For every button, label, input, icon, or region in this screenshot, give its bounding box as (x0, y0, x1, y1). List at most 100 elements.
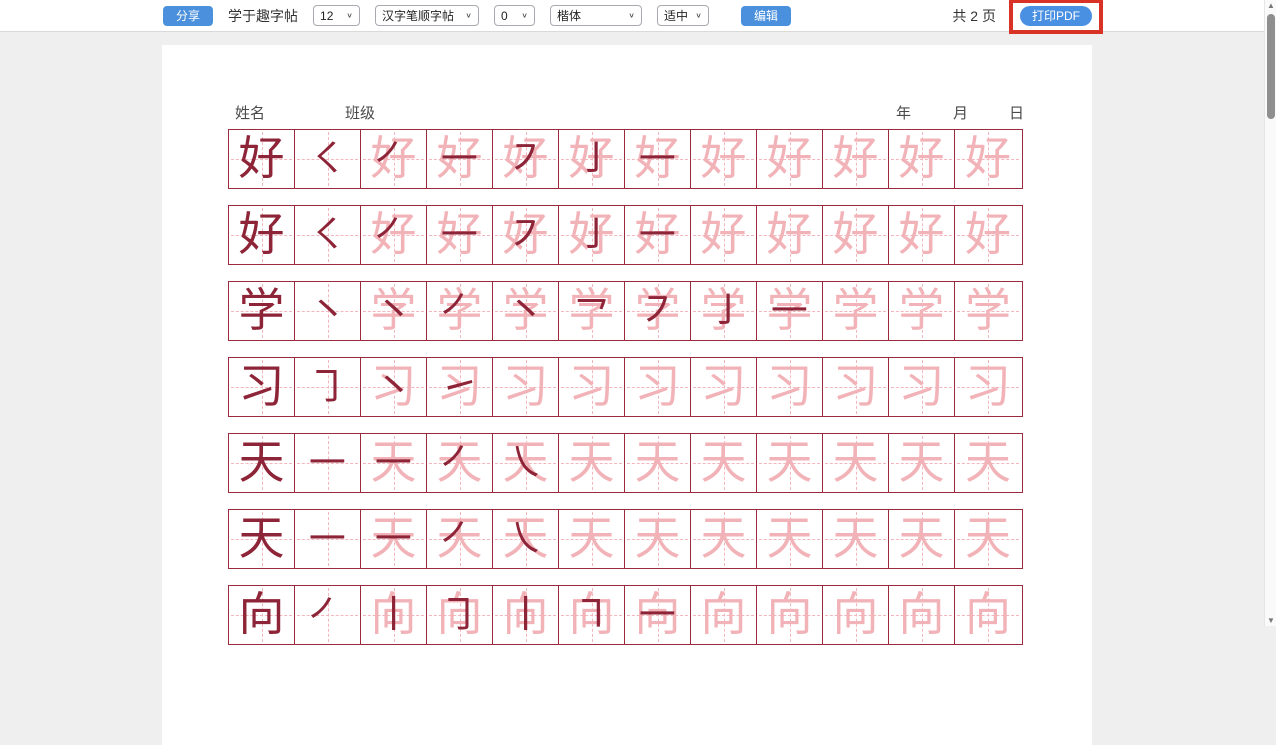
grid-cell: ㇔ (295, 282, 361, 340)
grid-cell: 向㇕ (559, 586, 625, 644)
grid-cell: 天 (757, 434, 823, 492)
toolbar-right-group: 共 2 页 打印PDF (952, 6, 1092, 26)
current-stroke: ㇔ (361, 282, 426, 340)
current-stroke: ㇐ (361, 510, 426, 568)
trace-character: 好 (757, 130, 822, 188)
grid-cell: 天 (559, 434, 625, 492)
trace-character: 天 (691, 510, 756, 568)
chevron-down-icon: ∨ (628, 11, 635, 20)
trace-character: 好 (889, 206, 954, 264)
trace-character: 好 (691, 206, 756, 264)
grid-cell: 天 (625, 510, 691, 568)
print-pdf-button[interactable]: 打印PDF (1020, 6, 1092, 26)
model-character: 习 (229, 358, 294, 416)
grid-cell: 好 (955, 130, 1021, 188)
share-button[interactable]: 分享 (163, 6, 213, 26)
trace-character: 习 (625, 358, 690, 416)
model-character: 好 (229, 206, 294, 264)
font-select[interactable]: 楷体 ∨ (550, 5, 642, 26)
template-value: 汉字笔顺字帖 (382, 7, 454, 24)
current-stroke: ㇚ (691, 282, 756, 340)
grid-cell: 天㇐ (361, 434, 427, 492)
trace-character: 天 (889, 434, 954, 492)
trace-character: 好 (823, 130, 888, 188)
month-label: 月 (953, 102, 968, 123)
trace-character: 好 (691, 130, 756, 188)
trace-character: 习 (493, 358, 558, 416)
grid-cell: 习 (889, 358, 955, 416)
scroll-up-icon[interactable]: ▲ (1265, 1, 1276, 10)
scroll-down-icon[interactable]: ▼ (1265, 616, 1276, 625)
grid-cell: 学㇐ (757, 282, 823, 340)
density-select[interactable]: 适中 ∨ (657, 5, 709, 26)
grid-cell: 向㇑ (493, 586, 559, 644)
grid-cell: 习 (493, 358, 559, 416)
grid-cell: 好 (757, 206, 823, 264)
current-stroke: ㇒ (427, 434, 492, 492)
grid-cell: ㇆ (295, 358, 361, 416)
trace-character: 好 (757, 206, 822, 264)
current-stroke: ㇒ (427, 510, 492, 568)
chevron-down-icon: ∨ (695, 11, 702, 20)
current-stroke: ㇐ (625, 206, 690, 264)
current-stroke: ㇒ (361, 206, 426, 264)
grid-cell: 好㇇ (493, 206, 559, 264)
trace-character: 向 (691, 586, 756, 644)
grid-cell: 天 (823, 434, 889, 492)
current-stroke: ㇒ (361, 130, 426, 188)
current-stroke: ㇆ (427, 586, 492, 644)
trace-character: 习 (757, 358, 822, 416)
grid-row: 好㇛好㇒好㇐好㇇好㇚好㇐好好好好好 (228, 129, 1023, 189)
current-stroke: ㇑ (493, 586, 558, 644)
trace-character: 习 (955, 358, 1021, 416)
grid-cell: 好 (889, 206, 955, 264)
spacing-select[interactable]: 0 ∨ (494, 5, 535, 26)
trace-character: 天 (823, 434, 888, 492)
grid-cell: 好㇒ (361, 130, 427, 188)
grid-cell: 好 (889, 130, 955, 188)
grid-cell: 天㇏ (493, 510, 559, 568)
grid-cell: 好㇒ (361, 206, 427, 264)
grid-cell: 向 (889, 586, 955, 644)
chevron-down-icon: ∨ (465, 11, 472, 20)
edit-button[interactable]: 编辑 (741, 6, 791, 26)
trace-character: 天 (823, 510, 888, 568)
trace-character: 天 (757, 434, 822, 492)
scrollbar-thumb[interactable] (1267, 14, 1275, 119)
grid-cell: 天 (691, 434, 757, 492)
grid-cell: 好㇐ (625, 206, 691, 264)
grid-row: 向㇒向㇑向㇆向㇑向㇕向㇐向向向向向 (228, 585, 1023, 645)
grid-cell: 习 (229, 358, 295, 416)
year-label: 年 (896, 102, 911, 123)
grid-cell: 天㇒ (427, 434, 493, 492)
font-size-select[interactable]: 12 ∨ (313, 5, 360, 26)
current-stroke: ㇐ (427, 206, 492, 264)
current-stroke: ㇐ (295, 510, 360, 568)
grid-cell: 学 (889, 282, 955, 340)
grid-cell: 学 (229, 282, 295, 340)
template-select[interactable]: 汉字笔顺字帖 ∨ (375, 5, 479, 26)
grid-cell: 习 (757, 358, 823, 416)
page-count-label: 共 2 页 (952, 6, 996, 26)
current-stroke: ㇇ (625, 282, 690, 340)
trace-character: 天 (691, 434, 756, 492)
grid-cell: 天 (955, 434, 1021, 492)
current-stroke: ㇒ (427, 282, 492, 340)
vertical-scrollbar[interactable]: ▲ ▼ (1264, 0, 1276, 626)
density-value: 适中 (664, 7, 688, 24)
grid-cell: 天 (229, 510, 295, 568)
grid-cell: 好㇐ (427, 206, 493, 264)
trace-character: 习 (823, 358, 888, 416)
model-character: 天 (229, 434, 294, 492)
worksheet-page: 姓名 班级 年 月 日 好㇛好㇒好㇐好㇇好㇚好㇐好好好好好好㇛好㇒好㇐好㇇好㇚好… (162, 45, 1092, 745)
trace-character: 习 (889, 358, 954, 416)
grid-cell: 学㇇ (625, 282, 691, 340)
grid-cell: 天㇒ (427, 510, 493, 568)
trace-character: 向 (823, 586, 888, 644)
trace-character: 天 (955, 510, 1021, 568)
spacing-value: 0 (501, 9, 508, 23)
grid-cell: 好 (229, 206, 295, 264)
trace-character: 天 (625, 434, 690, 492)
grid-cell: ㇐ (295, 510, 361, 568)
current-stroke: ㇚ (559, 206, 624, 264)
